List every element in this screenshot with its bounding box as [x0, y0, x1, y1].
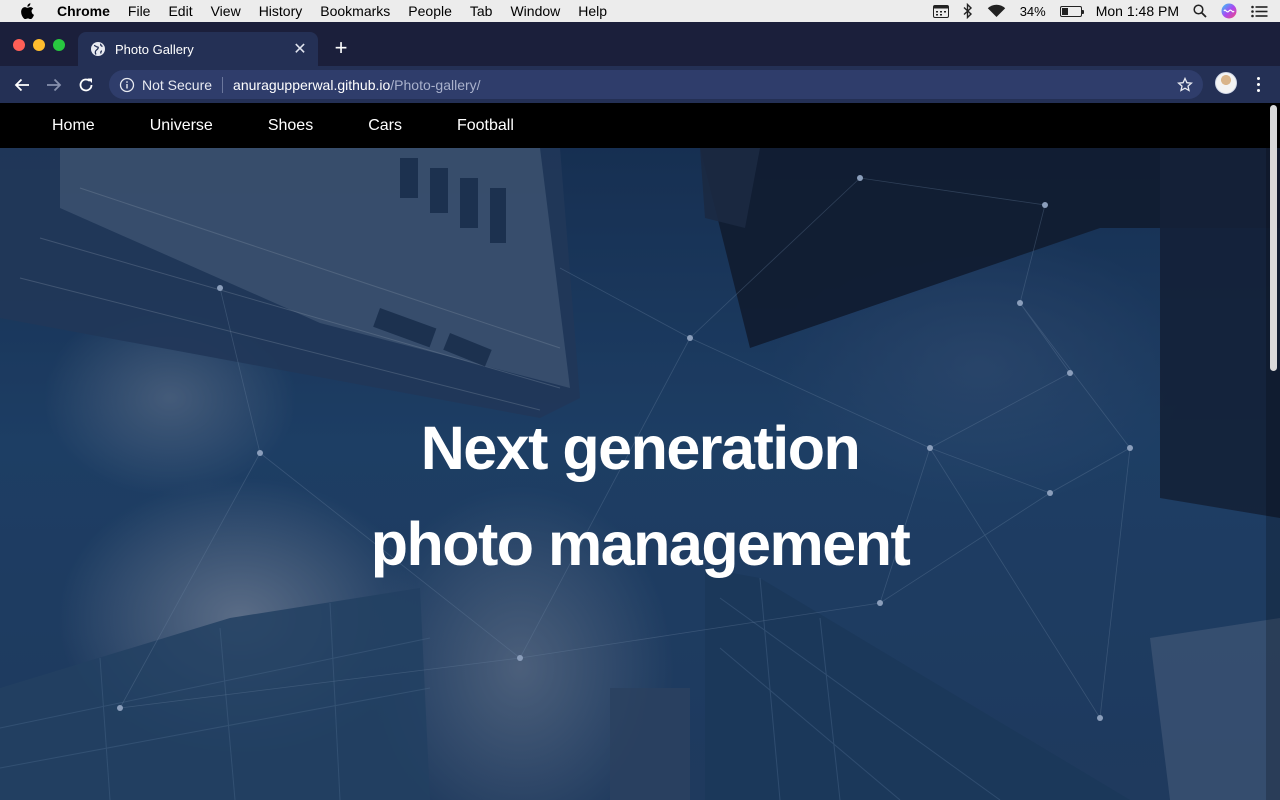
minimize-window-button[interactable]: [33, 39, 45, 51]
reload-icon[interactable]: [70, 71, 102, 99]
forward-arrow-icon[interactable]: [38, 71, 70, 99]
page-scrollbar[interactable]: [1266, 103, 1280, 800]
menu-view[interactable]: View: [202, 0, 250, 22]
page-viewport: Home Universe Shoes Cars Football Next g…: [0, 103, 1280, 800]
nav-football[interactable]: Football: [457, 117, 514, 135]
headline-line-1: Next generation: [420, 414, 861, 482]
siri-icon[interactable]: [1221, 3, 1237, 19]
info-icon[interactable]: [119, 77, 135, 93]
battery-icon[interactable]: [1059, 5, 1084, 17]
tab-title: Photo Gallery: [115, 41, 194, 57]
globe-icon: [90, 41, 106, 57]
menu-app-name[interactable]: Chrome: [48, 0, 119, 22]
url-host: anuragupperwal.github.io: [233, 76, 391, 93]
spotlight-search-icon[interactable]: [1193, 4, 1207, 18]
address-bar[interactable]: Not Secure anuragupperwal.github.io/Phot…: [109, 70, 1203, 99]
omnibox-divider: [222, 76, 224, 93]
menu-history[interactable]: History: [250, 0, 312, 22]
macos-menu-bar: Chrome File Edit View History Bookmarks …: [0, 0, 1280, 22]
bluetooth-icon[interactable]: [963, 3, 973, 19]
profile-avatar[interactable]: [1215, 72, 1237, 94]
back-arrow-icon[interactable]: [6, 71, 38, 99]
nav-home[interactable]: Home: [52, 117, 95, 135]
site-navbar: Home Universe Shoes Cars Football: [0, 103, 1280, 148]
new-tab-plus-icon[interactable]: +: [330, 37, 352, 60]
battery-percent: 34%: [1019, 3, 1046, 19]
menu-help[interactable]: Help: [569, 0, 616, 22]
close-tab-icon[interactable]: ✕: [292, 39, 308, 59]
tab-strip: Photo Gallery ✕ +: [0, 22, 1280, 66]
security-label[interactable]: Not Secure: [142, 77, 212, 93]
menu-tab[interactable]: Tab: [461, 0, 502, 22]
clock[interactable]: Mon 1:48 PM: [1096, 3, 1179, 19]
notification-center-icon[interactable]: [1251, 5, 1268, 18]
menu-bookmarks[interactable]: Bookmarks: [311, 0, 399, 22]
browser-toolbar: Not Secure anuragupperwal.github.io/Phot…: [0, 66, 1280, 103]
hero-headline: Next generation photo management: [0, 400, 1280, 592]
fullscreen-window-button[interactable]: [53, 39, 65, 51]
headline-line-2: photo management: [370, 510, 911, 578]
close-window-button[interactable]: [13, 39, 25, 51]
status-area: 34% Mon 1:48 PM: [919, 0, 1280, 22]
calendar-icon[interactable]: [932, 4, 949, 18]
url-path: /Photo-gallery/: [390, 76, 481, 93]
hero-section: Next generation photo management: [0, 148, 1280, 800]
wifi-icon[interactable]: [987, 4, 1006, 18]
nav-cars[interactable]: Cars: [368, 117, 402, 135]
menu-file[interactable]: File: [119, 0, 160, 22]
menu-people[interactable]: People: [399, 0, 461, 22]
browser-menu-kebab-icon[interactable]: [1250, 73, 1266, 95]
nav-universe[interactable]: Universe: [150, 117, 213, 135]
tab-photo-gallery[interactable]: Photo Gallery ✕: [78, 32, 318, 66]
menu-edit[interactable]: Edit: [159, 0, 201, 22]
apple-menu-icon[interactable]: [18, 2, 36, 20]
menu-window[interactable]: Window: [501, 0, 569, 22]
nav-shoes[interactable]: Shoes: [268, 117, 313, 135]
bookmark-star-icon[interactable]: [1177, 76, 1193, 93]
scrollbar-thumb[interactable]: [1270, 105, 1277, 371]
